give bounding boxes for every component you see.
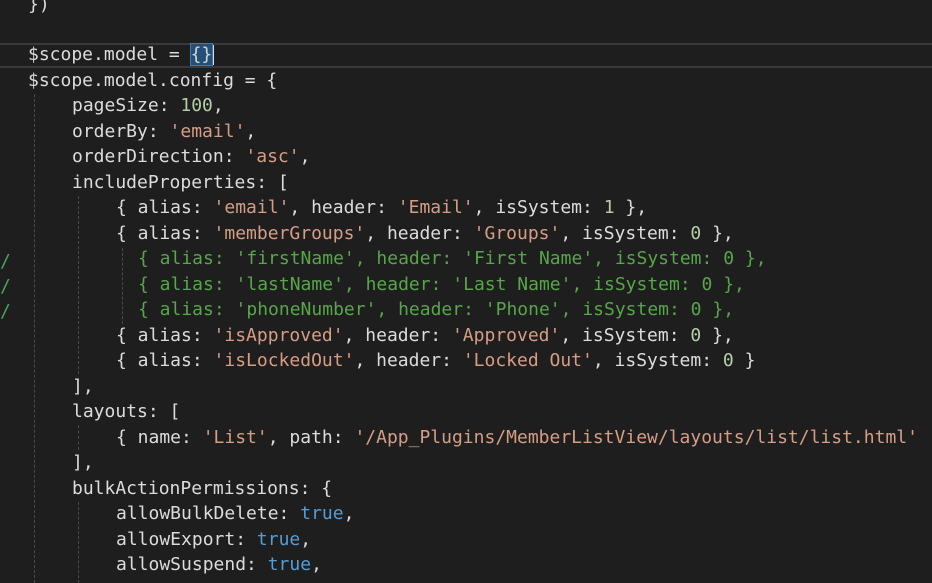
code-line[interactable]: $scope.model = {} [28, 42, 215, 68]
indent-guide [78, 425, 79, 450]
code-editor[interactable]: / / / }) $scope.model = {} $scope.model.… [0, 0, 932, 583]
code-line[interactable]: { alias: 'memberGroups', header: 'Groups… [116, 221, 734, 247]
code-line[interactable]: layouts: [ [72, 399, 180, 425]
brace-match-highlight: {} [189, 43, 214, 66]
code-line-comment[interactable]: { alias: 'phoneNumber', header: 'Phone',… [138, 297, 734, 323]
code-line-comment[interactable]: { alias: 'firstName', header: 'First Nam… [138, 246, 767, 272]
code-line[interactable]: { name: 'List', path: '/App_Plugins/Memb… [116, 425, 918, 451]
code-line[interactable]: { alias: 'isLockedOut', header: 'Locked … [116, 348, 755, 374]
gutter-change-marker: / [0, 276, 11, 297]
code-line[interactable]: ], [72, 450, 94, 476]
code-line[interactable]: includeProperties: [ [72, 170, 289, 196]
code-line[interactable]: }) [28, 0, 50, 18]
code-line[interactable]: allowExport: true, [116, 527, 311, 553]
code-line[interactable]: allowBulkDelete: true, [116, 501, 354, 527]
indent-guide [34, 94, 35, 583]
code-line[interactable]: orderBy: 'email', [72, 119, 256, 145]
code-line[interactable]: orderDirection: 'asc', [72, 144, 310, 170]
gutter-change-marker: / [0, 301, 11, 322]
code-line-comment[interactable]: { alias: 'lastName', header: 'Last Name'… [138, 272, 745, 298]
indent-guide [122, 248, 123, 324]
code-line[interactable]: bulkActionPermissions: { [72, 476, 332, 502]
code-line[interactable]: ], [72, 374, 94, 400]
code-line[interactable]: allowSuspend: true, [116, 552, 322, 578]
gutter-change-marker: / [0, 251, 11, 272]
code-line[interactable]: { alias: 'isApproved', header: 'Approved… [116, 323, 734, 349]
code-line[interactable]: pageSize: 100, [72, 93, 224, 119]
indent-guide [78, 196, 79, 374]
code-line[interactable]: { alias: 'email', header: 'Email', isSys… [116, 195, 647, 221]
text-cursor [212, 45, 215, 65]
code-line[interactable]: $scope.model.config = { [28, 68, 277, 94]
indent-guide [78, 502, 79, 583]
